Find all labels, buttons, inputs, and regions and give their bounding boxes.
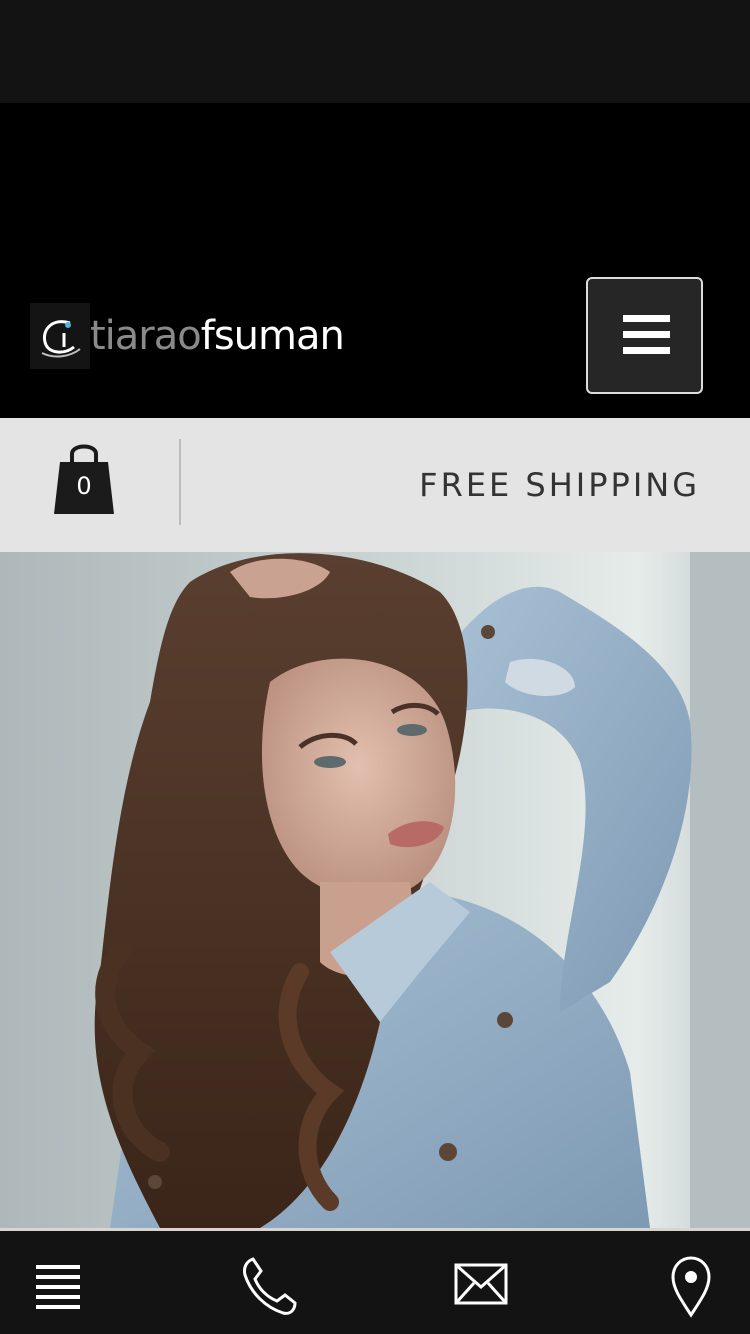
- nav-phone-button[interactable]: [233, 1249, 303, 1319]
- location-pin-icon: [671, 1256, 711, 1318]
- nav-mail-button[interactable]: [446, 1249, 516, 1319]
- nav-menu-button[interactable]: [22, 1249, 92, 1319]
- cart-button[interactable]: 0: [52, 438, 116, 516]
- list-menu-icon: [36, 1265, 80, 1309]
- logo-mark-icon: [30, 303, 90, 369]
- hero-image: [0, 552, 750, 1228]
- bottom-nav: [0, 1228, 750, 1334]
- nav-location-button[interactable]: [656, 1249, 726, 1319]
- mail-icon: [454, 1263, 508, 1305]
- free-shipping-text: FREE SHIPPING: [419, 466, 700, 504]
- promo-bar: 0 FREE SHIPPING: [0, 418, 750, 552]
- site-header: tiaraofsuman: [0, 103, 750, 418]
- menu-button[interactable]: [586, 277, 703, 394]
- cart-count: 0: [76, 472, 92, 500]
- phone-icon: [243, 1257, 297, 1315]
- logo-wordmark: tiaraofsuman: [90, 313, 345, 359]
- site-logo[interactable]: tiaraofsuman: [30, 303, 345, 369]
- status-bar: [0, 0, 750, 103]
- divider: [179, 439, 181, 525]
